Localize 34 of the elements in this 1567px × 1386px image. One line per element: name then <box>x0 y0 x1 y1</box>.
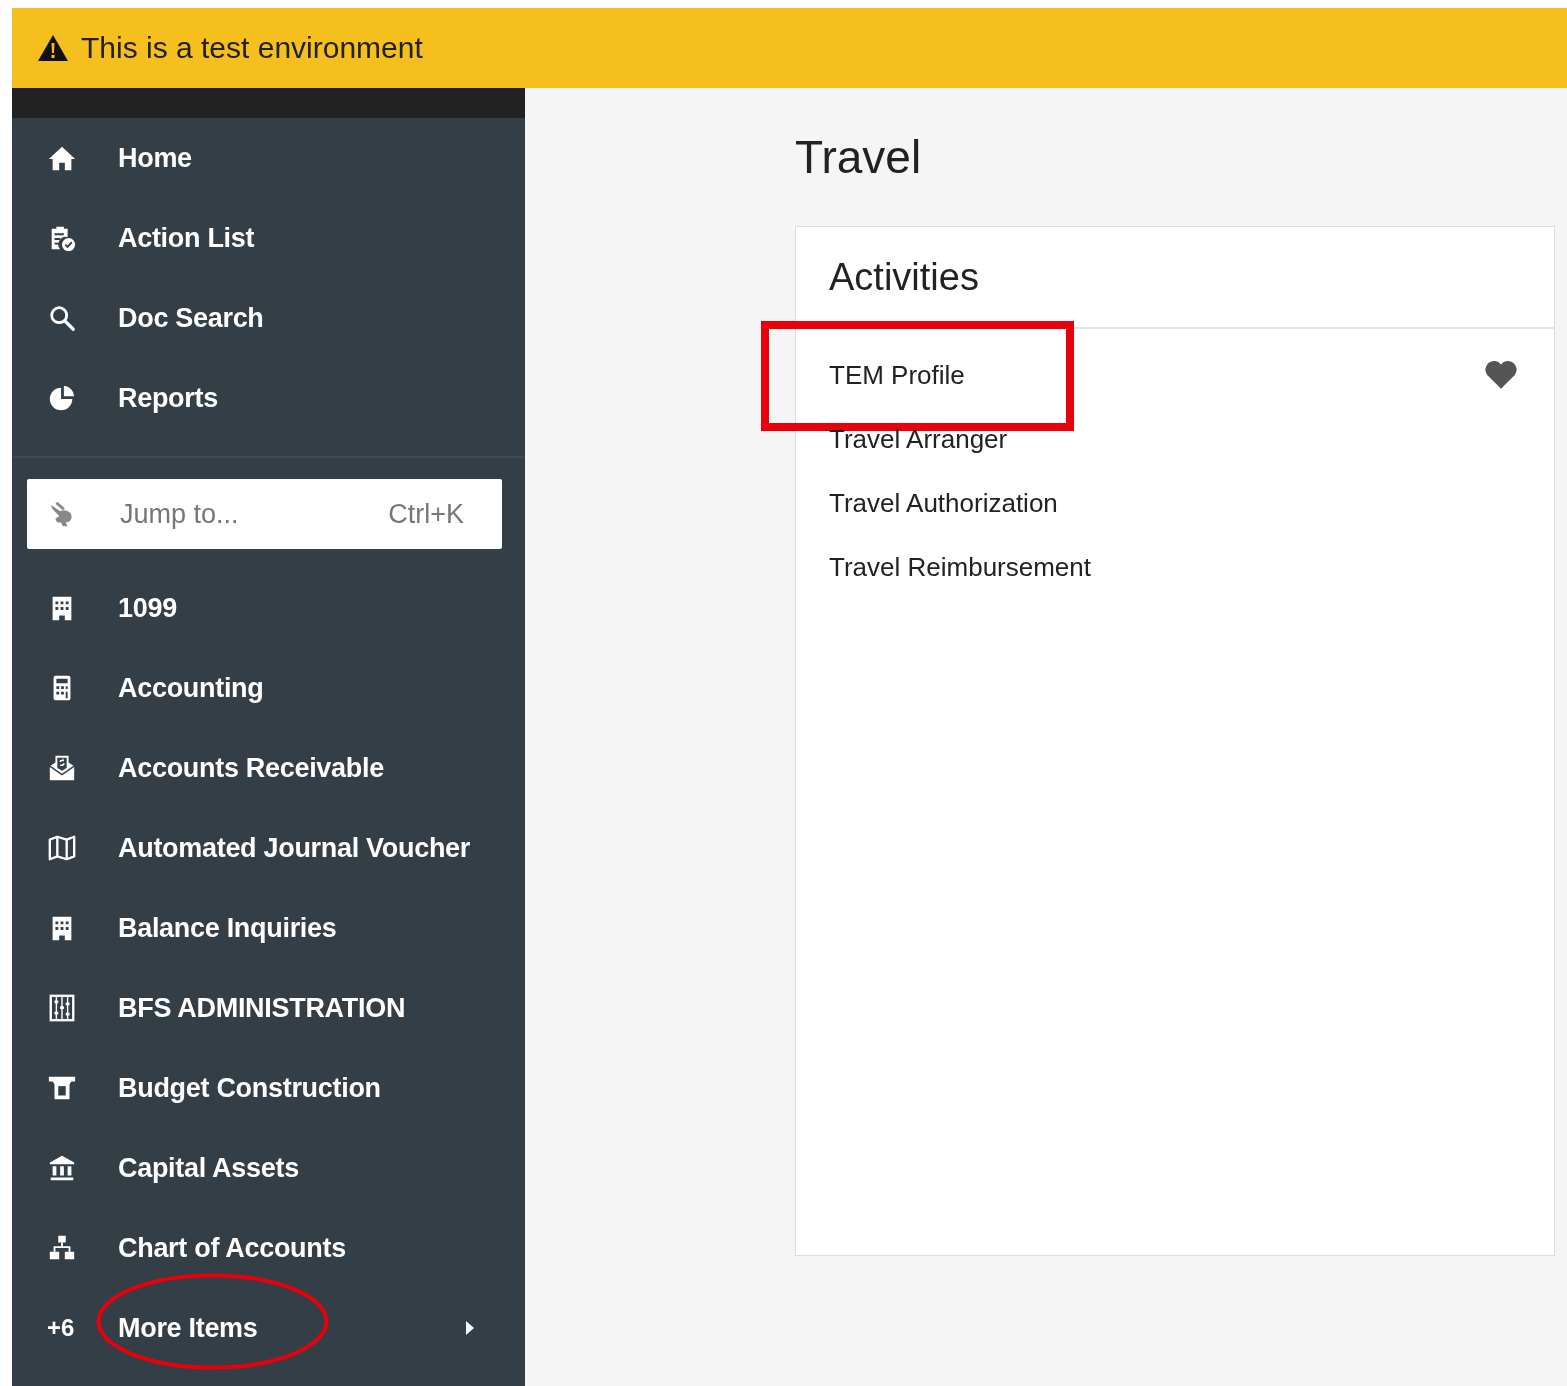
search-icon <box>47 303 77 333</box>
jump-input[interactable]: Jump to... <box>118 497 389 531</box>
card-title: Activities <box>796 227 1554 329</box>
banner-text: This is a test environment <box>81 31 423 65</box>
nav-item[interactable]: Chart of Accounts <box>12 1208 525 1288</box>
pie-chart-icon <box>47 383 77 413</box>
nav-item[interactable]: Accounting <box>12 648 525 728</box>
warning-icon <box>37 34 69 62</box>
activity-link[interactable]: Travel Arranger <box>829 423 1008 455</box>
nav-item[interactable]: Budget Construction <box>12 1048 525 1128</box>
more-items-item[interactable]: +6 More Items <box>12 1288 525 1368</box>
count-label: +6 <box>47 1314 76 1342</box>
nav-item[interactable]: BFS ADMINISTRATION <box>12 968 525 1048</box>
map-icon <box>47 833 77 863</box>
nav-item[interactable]: Accounts Receivable <box>12 728 525 808</box>
nav-item[interactable]: Automated Journal Voucher <box>12 808 525 888</box>
nav-item[interactable]: 1099 <box>12 568 525 648</box>
jump-to-field[interactable]: Jump to... Ctrl+K <box>27 479 502 549</box>
bank-icon <box>47 1153 77 1183</box>
activity-link[interactable]: TEM Profile <box>829 359 965 391</box>
caret-icon <box>465 1320 475 1336</box>
nav-item[interactable]: Balance Inquiries <box>12 888 525 968</box>
activity-link[interactable]: Travel Authorization <box>829 487 1058 519</box>
nav-item[interactable]: Doc Search <box>12 278 525 358</box>
nav-item[interactable]: Capital Assets <box>12 1128 525 1208</box>
page-title: Travel <box>795 130 923 185</box>
nav-item[interactable]: Reports <box>12 358 525 438</box>
nav-item[interactable]: Action List <box>12 198 525 278</box>
shortcut-hint: Ctrl+K <box>388 498 464 530</box>
abacus-icon <box>47 993 77 1023</box>
envelope-icon <box>47 753 77 783</box>
nav-item[interactable]: Home <box>12 118 525 198</box>
heart-icon[interactable] <box>1484 360 1518 390</box>
activity-link[interactable]: Travel Reimbursement <box>829 551 1091 583</box>
